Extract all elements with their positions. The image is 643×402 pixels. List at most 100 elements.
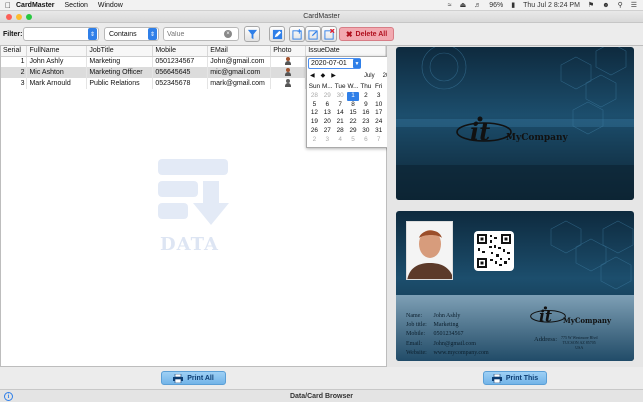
operator-combo[interactable]: Contains ⇕ bbox=[104, 27, 159, 41]
next-month-icon[interactable]: ▶ bbox=[331, 72, 336, 79]
cell-email[interactable]: John@gmail.com bbox=[207, 56, 272, 67]
calendar-day[interactable]: 19 bbox=[308, 118, 321, 127]
funnel-icon bbox=[247, 29, 257, 39]
apple-icon[interactable]:  bbox=[0, 1, 16, 10]
calendar-day[interactable]: 21 bbox=[334, 118, 347, 127]
cell-photo[interactable] bbox=[270, 67, 307, 78]
calendar-day[interactable]: 3 bbox=[321, 136, 334, 145]
menu-app-name[interactable]: CardMaster bbox=[16, 2, 55, 9]
filter-field-combo[interactable]: ⇕ bbox=[23, 27, 99, 41]
col-fullname[interactable]: FullName bbox=[26, 46, 88, 57]
calendar-day[interactable]: 22 bbox=[347, 118, 360, 127]
eject-icon[interactable]: ⏏ bbox=[460, 1, 467, 9]
calendar-day[interactable]: 27 bbox=[321, 127, 334, 136]
info-icon[interactable]: i bbox=[4, 392, 13, 401]
today-dot-icon[interactable]: ◆ bbox=[321, 72, 326, 79]
calendar-day[interactable]: 3 bbox=[372, 92, 385, 101]
calendar-day[interactable]: 17 bbox=[372, 109, 385, 118]
delete-record-button[interactable] bbox=[321, 26, 337, 42]
cell-mobile[interactable]: 052345678 bbox=[152, 78, 209, 89]
calendar-day[interactable]: 16 bbox=[359, 109, 372, 118]
value-input[interactable] bbox=[164, 30, 224, 38]
cell-serial[interactable]: 3 bbox=[1, 78, 28, 89]
calendar-day[interactable]: 12 bbox=[308, 109, 321, 118]
close-window-button[interactable] bbox=[6, 14, 12, 20]
calendar-day[interactable]: 2 bbox=[308, 136, 321, 145]
print-all-button[interactable]: Print All bbox=[161, 371, 226, 385]
user-icon[interactable]: ☻ bbox=[602, 2, 609, 9]
calendar-day[interactable]: 5 bbox=[347, 136, 360, 145]
cell-email[interactable]: mic@gmail.com bbox=[207, 67, 272, 78]
cell-email[interactable]: mark@gmail.com bbox=[207, 78, 272, 89]
calendar-day[interactable]: 1 bbox=[346, 91, 360, 101]
calendar-day[interactable]: 28 bbox=[334, 127, 347, 136]
flag-icon[interactable]: ⚑ bbox=[588, 1, 594, 9]
menu-window[interactable]: Window bbox=[98, 2, 123, 9]
add-record-button[interactable] bbox=[289, 26, 305, 42]
calendar-day[interactable]: 23 bbox=[359, 118, 372, 127]
calendar-day[interactable]: 8 bbox=[347, 101, 360, 110]
calendar-day[interactable]: 20 bbox=[321, 118, 334, 127]
cell-fullname[interactable]: John Ashly bbox=[26, 56, 88, 67]
cell-jobtitle[interactable]: Marketing Officer bbox=[86, 67, 154, 78]
cell-fullname[interactable]: Mark Arnould bbox=[26, 78, 88, 89]
calendar-day[interactable]: 14 bbox=[334, 109, 347, 118]
calendar-day[interactable]: 7 bbox=[372, 136, 385, 145]
calendar-day[interactable]: 10 bbox=[372, 101, 385, 110]
minimize-window-button[interactable] bbox=[16, 14, 22, 20]
calendar-day[interactable]: 29 bbox=[321, 92, 334, 101]
calendar-day[interactable]: 29 bbox=[347, 127, 360, 136]
cell-jobtitle[interactable]: Public Relations bbox=[86, 78, 154, 89]
menu-section[interactable]: Section bbox=[65, 2, 88, 9]
calendar-day[interactable]: 24 bbox=[372, 118, 385, 127]
edit-record-button[interactable] bbox=[305, 26, 321, 42]
delete-all-button[interactable]: ✖ Delete All bbox=[339, 27, 394, 41]
cell-fullname[interactable]: Mic Ashton bbox=[26, 67, 88, 78]
calendar-day[interactable]: 7 bbox=[334, 101, 347, 110]
edit-mode-button[interactable] bbox=[269, 26, 285, 42]
zoom-window-button[interactable] bbox=[26, 14, 32, 20]
list-icon[interactable]: ☰ bbox=[631, 1, 637, 9]
cell-jobtitle[interactable]: Marketing bbox=[86, 56, 154, 67]
col-issuedate[interactable]: IssueDate bbox=[305, 46, 386, 57]
cell-mobile[interactable]: 0501234567 bbox=[152, 56, 209, 67]
cell-serial[interactable]: 1 bbox=[1, 56, 28, 67]
calendar-day[interactable]: 13 bbox=[321, 109, 334, 118]
chevron-down-icon[interactable]: ▼ bbox=[353, 59, 361, 68]
calendar-day[interactable]: 15 bbox=[347, 109, 360, 118]
calendar-day[interactable]: 9 bbox=[359, 101, 372, 110]
calendar-day[interactable]: 30 bbox=[334, 92, 347, 101]
date-picker[interactable]: 2020-07-01 ▼ ◀ ◆ ▶ July 2020 SunM...TueW… bbox=[306, 56, 398, 148]
calendar-day[interactable]: 26 bbox=[308, 127, 321, 136]
col-photo[interactable]: Photo bbox=[270, 46, 307, 57]
cell-serial[interactable]: 2 bbox=[1, 67, 28, 78]
wifi-icon[interactable]: ≈ bbox=[448, 2, 452, 9]
calendar-day[interactable]: 28 bbox=[308, 92, 321, 101]
cell-mobile[interactable]: 056645645 bbox=[152, 67, 209, 78]
cell-photo[interactable] bbox=[270, 56, 307, 67]
calendar-day[interactable]: 4 bbox=[334, 136, 347, 145]
calendar-day[interactable]: 31 bbox=[372, 127, 385, 136]
battery-percent[interactable]: 96% bbox=[489, 2, 503, 9]
calendar-day[interactable]: 30 bbox=[359, 127, 372, 136]
print-this-button[interactable]: Print This bbox=[483, 371, 547, 385]
battery-icon[interactable]: ▮ bbox=[511, 1, 515, 9]
calendar-day[interactable]: 2 bbox=[359, 92, 372, 101]
volume-icon[interactable]: ♬ bbox=[474, 2, 481, 9]
calendar-day[interactable]: 5 bbox=[308, 101, 321, 110]
clock[interactable]: Thu Jul 2 8:24 PM bbox=[523, 2, 580, 9]
value-field[interactable]: × bbox=[163, 27, 239, 41]
person-photo-icon bbox=[285, 56, 292, 65]
col-email[interactable]: EMail bbox=[207, 46, 272, 57]
filter-button[interactable] bbox=[244, 26, 260, 42]
col-serial[interactable]: Serial bbox=[1, 46, 28, 57]
cell-photo[interactable] bbox=[270, 78, 307, 89]
col-mobile[interactable]: Mobile bbox=[152, 46, 209, 57]
col-jobtitle[interactable]: JobTitle bbox=[86, 46, 154, 57]
month-label[interactable]: July bbox=[364, 73, 375, 79]
spotlight-icon[interactable]: ⚲ bbox=[618, 1, 623, 9]
clear-icon[interactable]: × bbox=[224, 30, 232, 38]
calendar-day[interactable]: 6 bbox=[359, 136, 372, 145]
prev-month-icon[interactable]: ◀ bbox=[310, 72, 315, 79]
calendar-day[interactable]: 6 bbox=[321, 101, 334, 110]
